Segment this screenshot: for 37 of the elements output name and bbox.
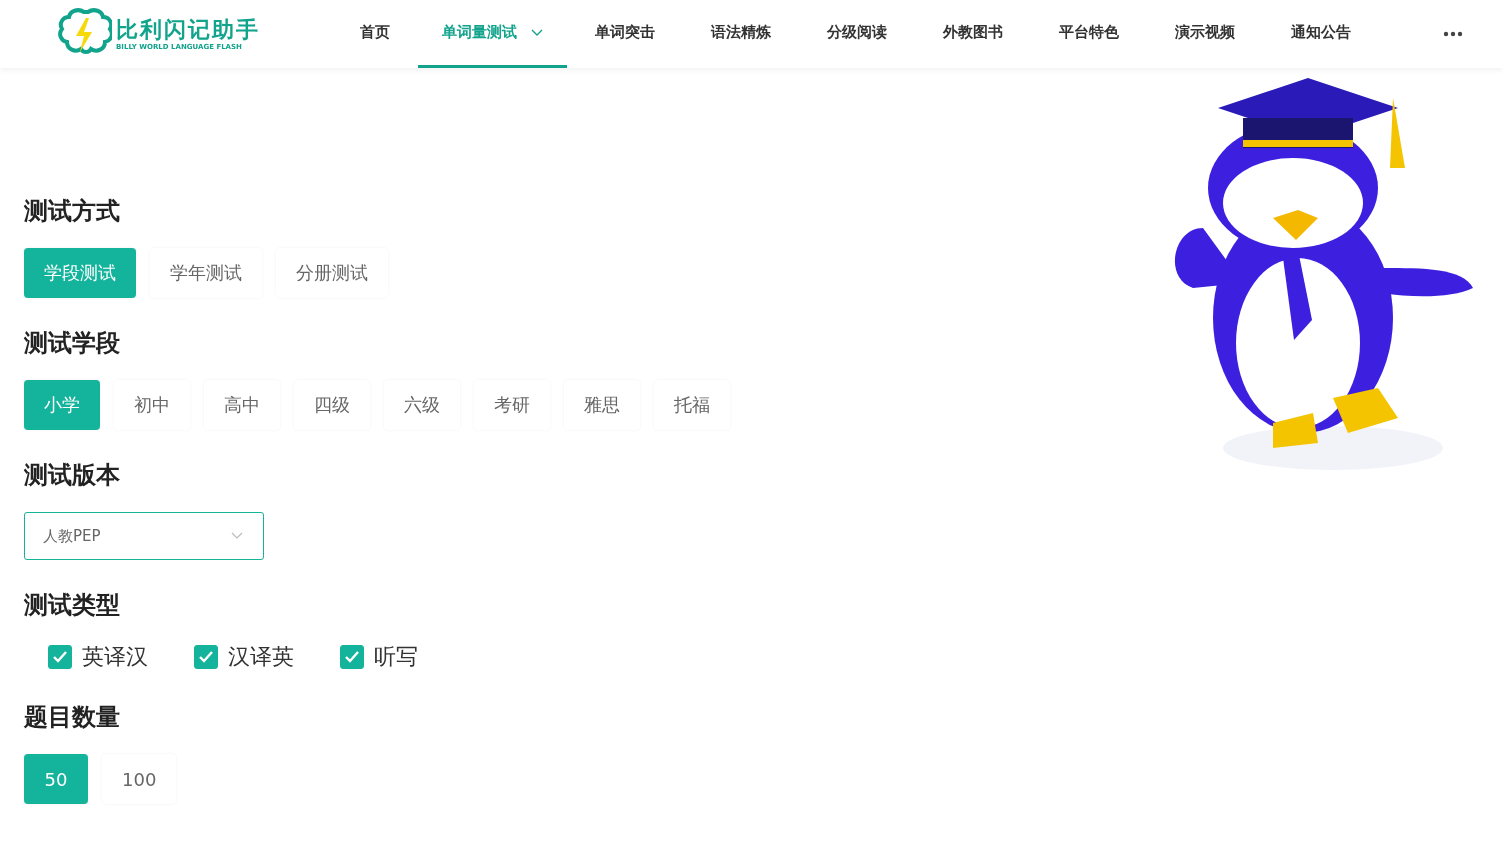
section-title: 测试类型 xyxy=(24,590,120,620)
section-title: 测试学段 xyxy=(24,328,120,358)
nav-tab[interactable]: 外教图书 xyxy=(915,0,1031,68)
option-button[interactable]: 四级 xyxy=(294,380,370,430)
more-icon[interactable] xyxy=(1443,31,1463,37)
option-button[interactable]: 学年测试 xyxy=(150,248,262,298)
section-title: 题目数量 xyxy=(24,702,120,732)
option-button[interactable]: 雅思 xyxy=(564,380,640,430)
option-button[interactable]: 初中 xyxy=(114,380,190,430)
nav-tab[interactable]: 单词量测试 xyxy=(418,0,567,68)
nav-tab[interactable]: 首页 xyxy=(332,0,418,68)
checkbox[interactable] xyxy=(340,645,364,669)
option-button[interactable]: 分册测试 xyxy=(276,248,388,298)
checkmark-icon xyxy=(198,650,214,664)
nav-tab[interactable]: 语法精炼 xyxy=(683,0,799,68)
option-button[interactable]: 高中 xyxy=(204,380,280,430)
option-button[interactable]: 托福 xyxy=(654,380,730,430)
section-title: 测试版本 xyxy=(24,460,120,490)
option-button[interactable]: 六级 xyxy=(384,380,460,430)
checkbox-label: 听写 xyxy=(374,643,418,671)
checkmark-icon xyxy=(52,650,68,664)
option-button[interactable]: 考研 xyxy=(474,380,550,430)
option-button[interactable]: 100 xyxy=(102,754,177,804)
nav-tab[interactable]: 演示视频 xyxy=(1147,0,1263,68)
checkbox[interactable] xyxy=(48,645,72,669)
section-title: 测试方式 xyxy=(24,196,120,226)
checkbox-label: 汉译英 xyxy=(228,643,294,671)
logo-title: 比利闪记助手 xyxy=(116,17,260,43)
checkbox[interactable] xyxy=(194,645,218,669)
version-select[interactable]: 人教PEP xyxy=(24,512,264,560)
nav-tab[interactable]: 平台特色 xyxy=(1031,0,1147,68)
checkbox-label: 英译汉 xyxy=(82,643,148,671)
nav-tab[interactable]: 分级阅读 xyxy=(799,0,915,68)
chevron-down-icon xyxy=(231,532,243,540)
nav-tab[interactable]: 单词突击 xyxy=(567,0,683,68)
nav-tab[interactable]: 通知公告 xyxy=(1263,0,1379,68)
checkmark-icon xyxy=(344,650,360,664)
